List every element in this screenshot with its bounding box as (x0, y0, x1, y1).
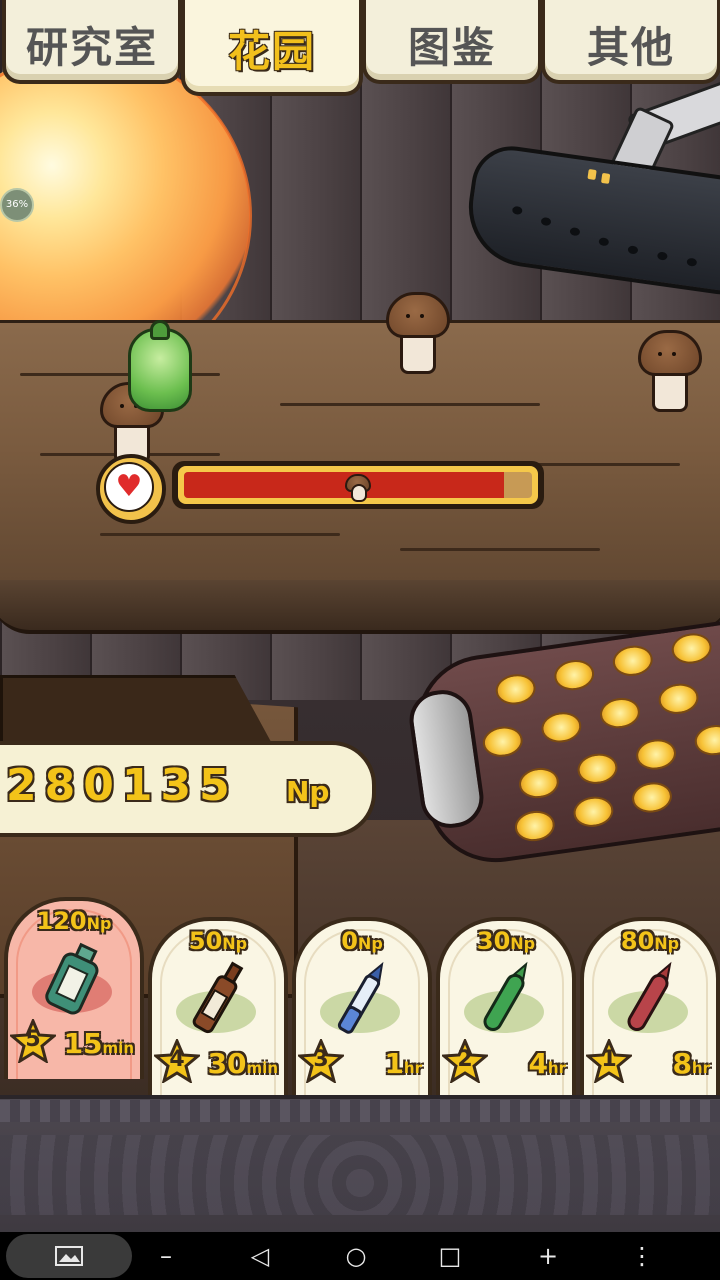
roller-light (692, 722, 720, 758)
roller-light (575, 751, 620, 787)
roller-light (598, 695, 642, 731)
tab-encyclopedia[interactable]: 图鉴 (362, 0, 542, 84)
home-icon[interactable]: ○ (326, 1232, 386, 1280)
heart-icon: ♥ (104, 462, 154, 512)
vent-hole (656, 251, 668, 261)
roller-light (493, 671, 538, 708)
roller-light (480, 724, 525, 760)
volume-down-icon[interactable]: – (136, 1232, 196, 1280)
mushroom-character[interactable] (638, 330, 702, 412)
roller-light (669, 630, 714, 667)
star-rating: 5 (25, 1027, 41, 1052)
item-card-5[interactable]: 80Np 1 8hr (580, 917, 720, 1099)
roller-light (630, 779, 674, 816)
storage-box-opening (0, 675, 276, 751)
star-rating: 3 (313, 1047, 329, 1072)
tab-lab[interactable]: 研究室 (2, 0, 182, 84)
mushroom-character[interactable] (386, 292, 450, 374)
star-rating: 1 (601, 1047, 617, 1072)
item-card-3[interactable]: 0Np 3 1hr (292, 917, 432, 1099)
volume-up-icon[interactable]: + (518, 1232, 578, 1280)
ornament-band (0, 1100, 720, 1122)
item-price: 80Np (620, 927, 680, 955)
np-unit: Np (286, 775, 330, 808)
item-price: 50Np (188, 927, 248, 955)
green-ampoule-icon (483, 961, 528, 1032)
item-time: 8hr (672, 1047, 710, 1080)
item-card-1[interactable]: 120Np 5 15min (4, 897, 144, 1079)
tab-other[interactable]: 其他 (541, 0, 720, 84)
wood-grain (400, 548, 600, 551)
item-time: 4hr (528, 1047, 566, 1080)
item-price: 120Np (36, 907, 112, 935)
vent-hole (511, 205, 523, 216)
tab-garden[interactable]: 花园 (181, 0, 363, 96)
np-value: 280135 (6, 760, 238, 811)
green-bottle-icon (45, 942, 99, 1015)
roller-light (552, 657, 597, 693)
vent-hole (540, 216, 552, 227)
roller-light (656, 681, 701, 717)
item-time: 1hr (384, 1047, 422, 1080)
vent-hole (598, 237, 610, 247)
roller-light (571, 794, 616, 830)
roller-light (512, 808, 557, 844)
wood-grain (100, 533, 340, 536)
brown-vial-icon (192, 961, 244, 1034)
item-card-4[interactable]: 30Np 2 4hr (436, 917, 576, 1099)
green-mushroom-character[interactable] (128, 320, 192, 412)
tab-label: 其他 (586, 23, 675, 72)
back-icon[interactable]: ◁ (230, 1232, 290, 1280)
vent-hole (569, 227, 581, 237)
wood-grain (280, 403, 540, 406)
tab-label: 花园 (227, 27, 316, 76)
indicator-light (600, 172, 611, 184)
indicator-light (587, 168, 597, 180)
ornament-pattern (0, 1135, 720, 1215)
vent-hole (686, 257, 698, 267)
item-time: 30min (207, 1047, 278, 1080)
star-rating: 4 (169, 1047, 185, 1072)
screenshot-icon (55, 1246, 83, 1266)
more-options-icon[interactable]: ⋮ (612, 1232, 672, 1280)
blue-pen-icon (337, 961, 384, 1034)
item-price: 0Np (341, 927, 383, 955)
item-card-2[interactable]: 50Np 4 30min (148, 917, 288, 1099)
recents-icon[interactable]: □ (420, 1232, 480, 1280)
roller-light (539, 709, 584, 746)
item-price: 30Np (476, 927, 536, 955)
item-time: 15min (63, 1027, 134, 1060)
roller-light (610, 643, 655, 679)
shelf-edge (0, 580, 720, 634)
tab-label: 研究室 (25, 23, 158, 72)
vent-hole (627, 245, 639, 255)
progress-badge: 36% (0, 188, 34, 222)
mushroom-marker-icon (345, 474, 371, 502)
screenshot-button[interactable] (6, 1234, 132, 1278)
roller-light (634, 736, 678, 773)
roller-light (517, 765, 561, 801)
tab-label: 图鉴 (407, 23, 496, 72)
star-rating: 2 (457, 1047, 473, 1072)
red-ampoule-icon (627, 961, 672, 1032)
